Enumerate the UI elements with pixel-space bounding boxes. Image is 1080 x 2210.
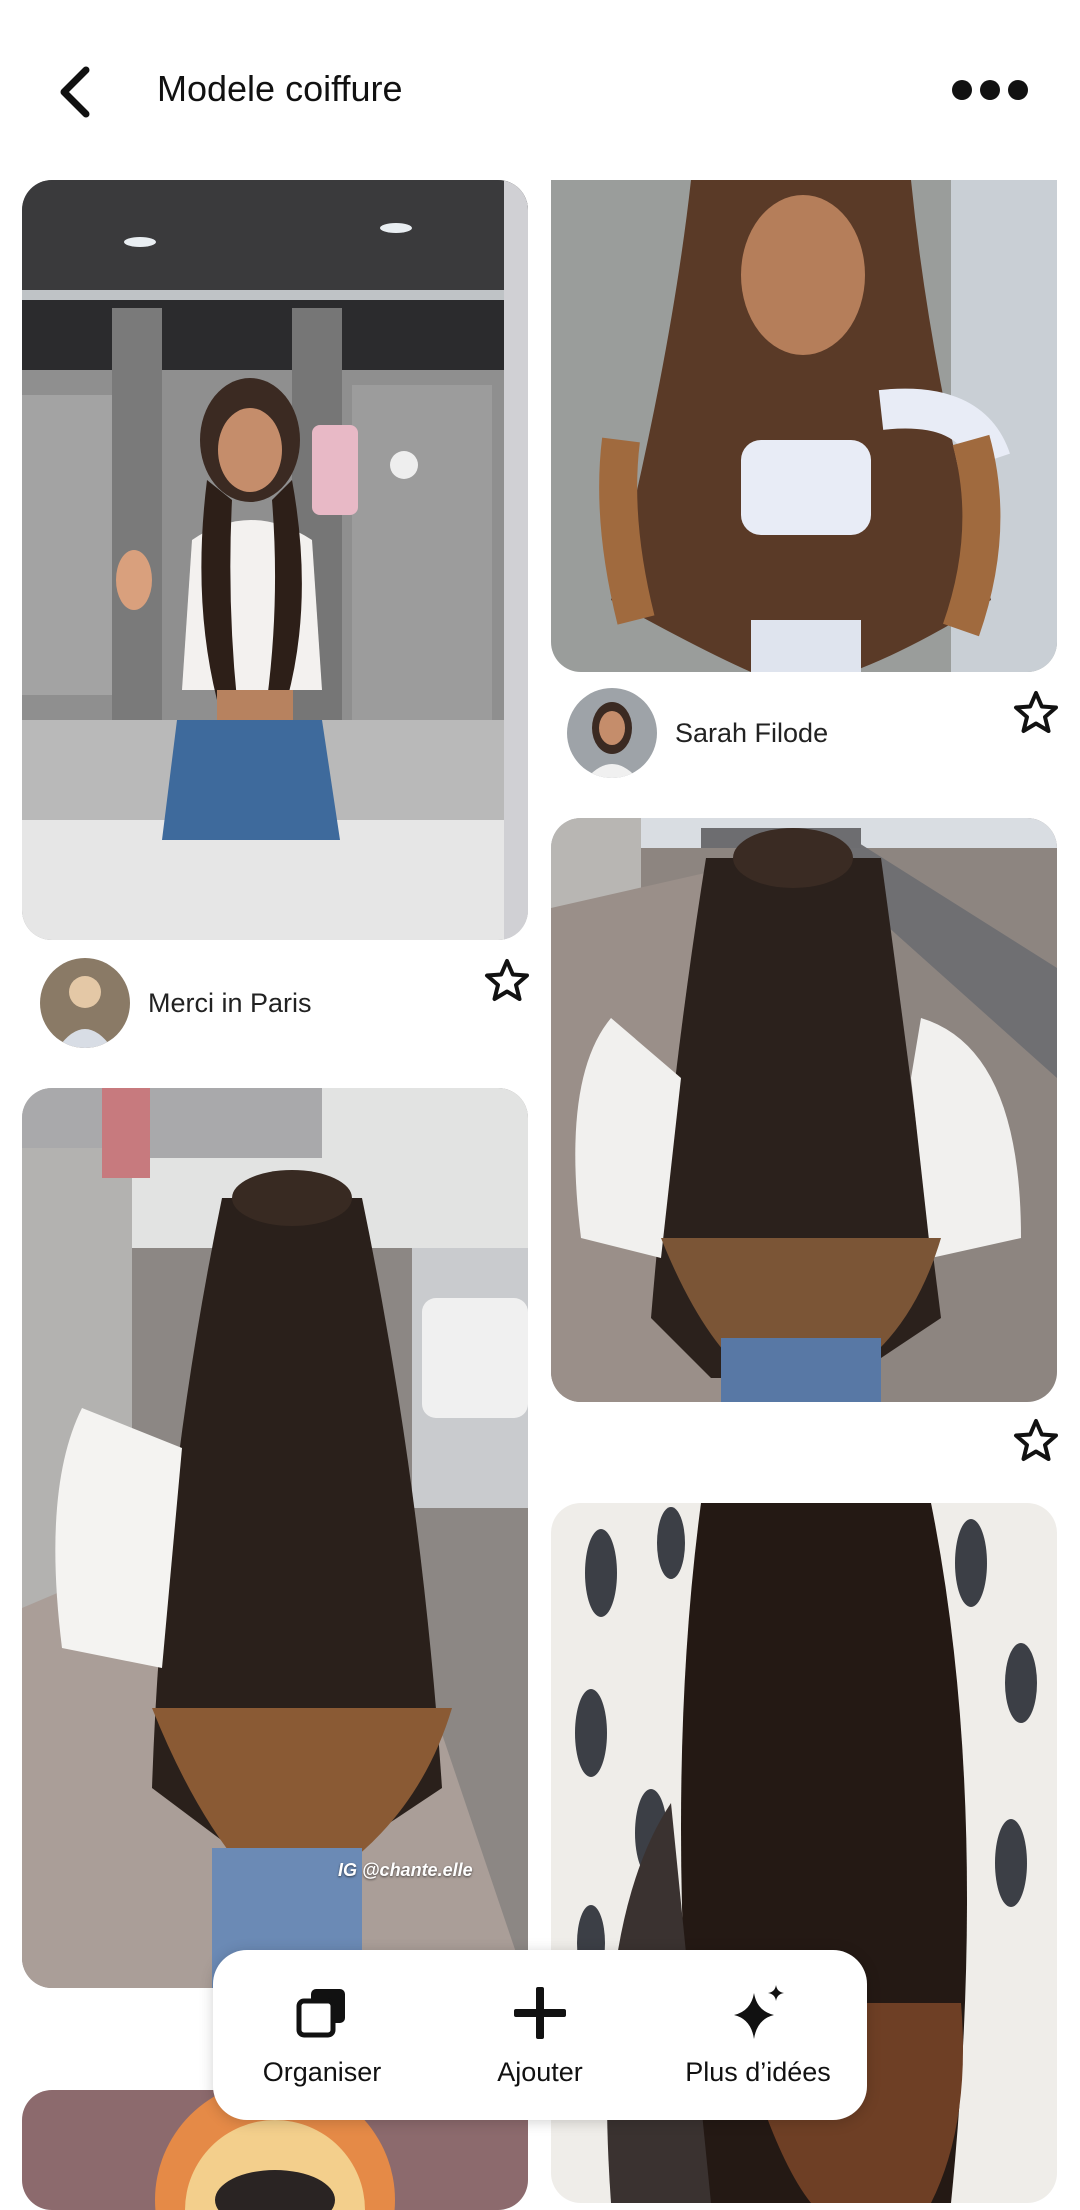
sparkle-icon (734, 1984, 784, 2039)
avatar[interactable] (567, 688, 657, 778)
pin-image-mirror-selfie[interactable] (22, 180, 528, 940)
star-outline-icon[interactable] (1013, 1418, 1059, 1464)
plus-icon (514, 1986, 566, 2039)
chevron-left-icon[interactable] (52, 60, 104, 124)
image-watermark: IG @chante.elle (338, 1860, 473, 1880)
organize-button[interactable]: Organiser (222, 1983, 422, 2088)
author-name[interactable]: Merci in Paris (148, 988, 312, 1019)
ellipsis-icon[interactable] (950, 70, 1030, 110)
organize-label: Organiser (262, 2056, 382, 2087)
pin-image-curly-braids[interactable] (551, 180, 1057, 672)
star-outline-icon[interactable] (484, 958, 530, 1004)
more-ideas-label: Plus d’idées (685, 2056, 831, 2087)
add-label: Ajouter (497, 2056, 583, 2087)
organize-icon (296, 1988, 345, 2037)
pin-author-row[interactable]: Sarah Filode (567, 688, 828, 778)
avatar[interactable] (40, 958, 130, 1048)
author-name[interactable]: Sarah Filode (675, 718, 828, 749)
add-button[interactable]: Ajouter (440, 1983, 640, 2088)
pin-image-street-braids[interactable] (551, 818, 1057, 1402)
top-bar: Modele coiffure (0, 0, 1080, 180)
board-action-dock: Organiser Ajouter Plus d’idées (213, 1950, 867, 2120)
page-title: Modele coiffure (157, 68, 403, 109)
pin-author-row[interactable]: Merci in Paris (40, 958, 312, 1048)
more-ideas-button[interactable]: Plus d’idées (658, 1983, 858, 2088)
pin-image-sidewalk-braids[interactable]: IG @chante.elle (22, 1088, 528, 1988)
star-outline-icon[interactable] (1013, 690, 1059, 736)
